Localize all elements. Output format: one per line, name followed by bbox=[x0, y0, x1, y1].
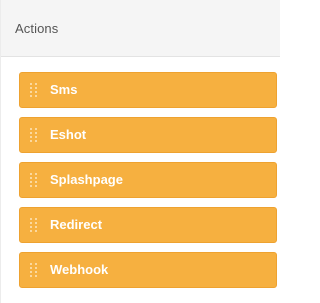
action-label: Splashpage bbox=[50, 172, 123, 187]
action-label: Webhook bbox=[50, 262, 109, 277]
panel-title: Actions bbox=[15, 21, 59, 36]
drag-handle-icon[interactable] bbox=[29, 172, 39, 188]
action-item-redirect[interactable]: Redirect bbox=[19, 207, 277, 243]
action-label: Redirect bbox=[50, 217, 103, 232]
action-item-sms[interactable]: Sms bbox=[19, 72, 277, 108]
drag-handle-icon-svg bbox=[30, 173, 37, 187]
action-item-splashpage[interactable]: Splashpage bbox=[19, 162, 277, 198]
drag-handle-icon[interactable] bbox=[29, 262, 39, 278]
drag-handle-icon-svg bbox=[30, 83, 37, 97]
drag-handle-icon[interactable] bbox=[29, 82, 39, 98]
action-label: Eshot bbox=[50, 127, 87, 142]
action-list: Sms Eshot Splashpage Redirect Webhook bbox=[19, 72, 277, 297]
drag-handle-icon-svg bbox=[30, 128, 37, 142]
drag-handle-icon[interactable] bbox=[29, 127, 39, 143]
drag-handle-icon-svg bbox=[30, 218, 37, 232]
drag-handle-icon[interactable] bbox=[29, 217, 39, 233]
actions-panel: Actions Sms Eshot Splashpage Redirect We… bbox=[0, 0, 280, 303]
action-item-eshot[interactable]: Eshot bbox=[19, 117, 277, 153]
action-item-webhook[interactable]: Webhook bbox=[19, 252, 277, 288]
action-label: Sms bbox=[50, 82, 78, 97]
drag-handle-icon-svg bbox=[30, 263, 37, 277]
panel-header: Actions bbox=[1, 0, 280, 57]
